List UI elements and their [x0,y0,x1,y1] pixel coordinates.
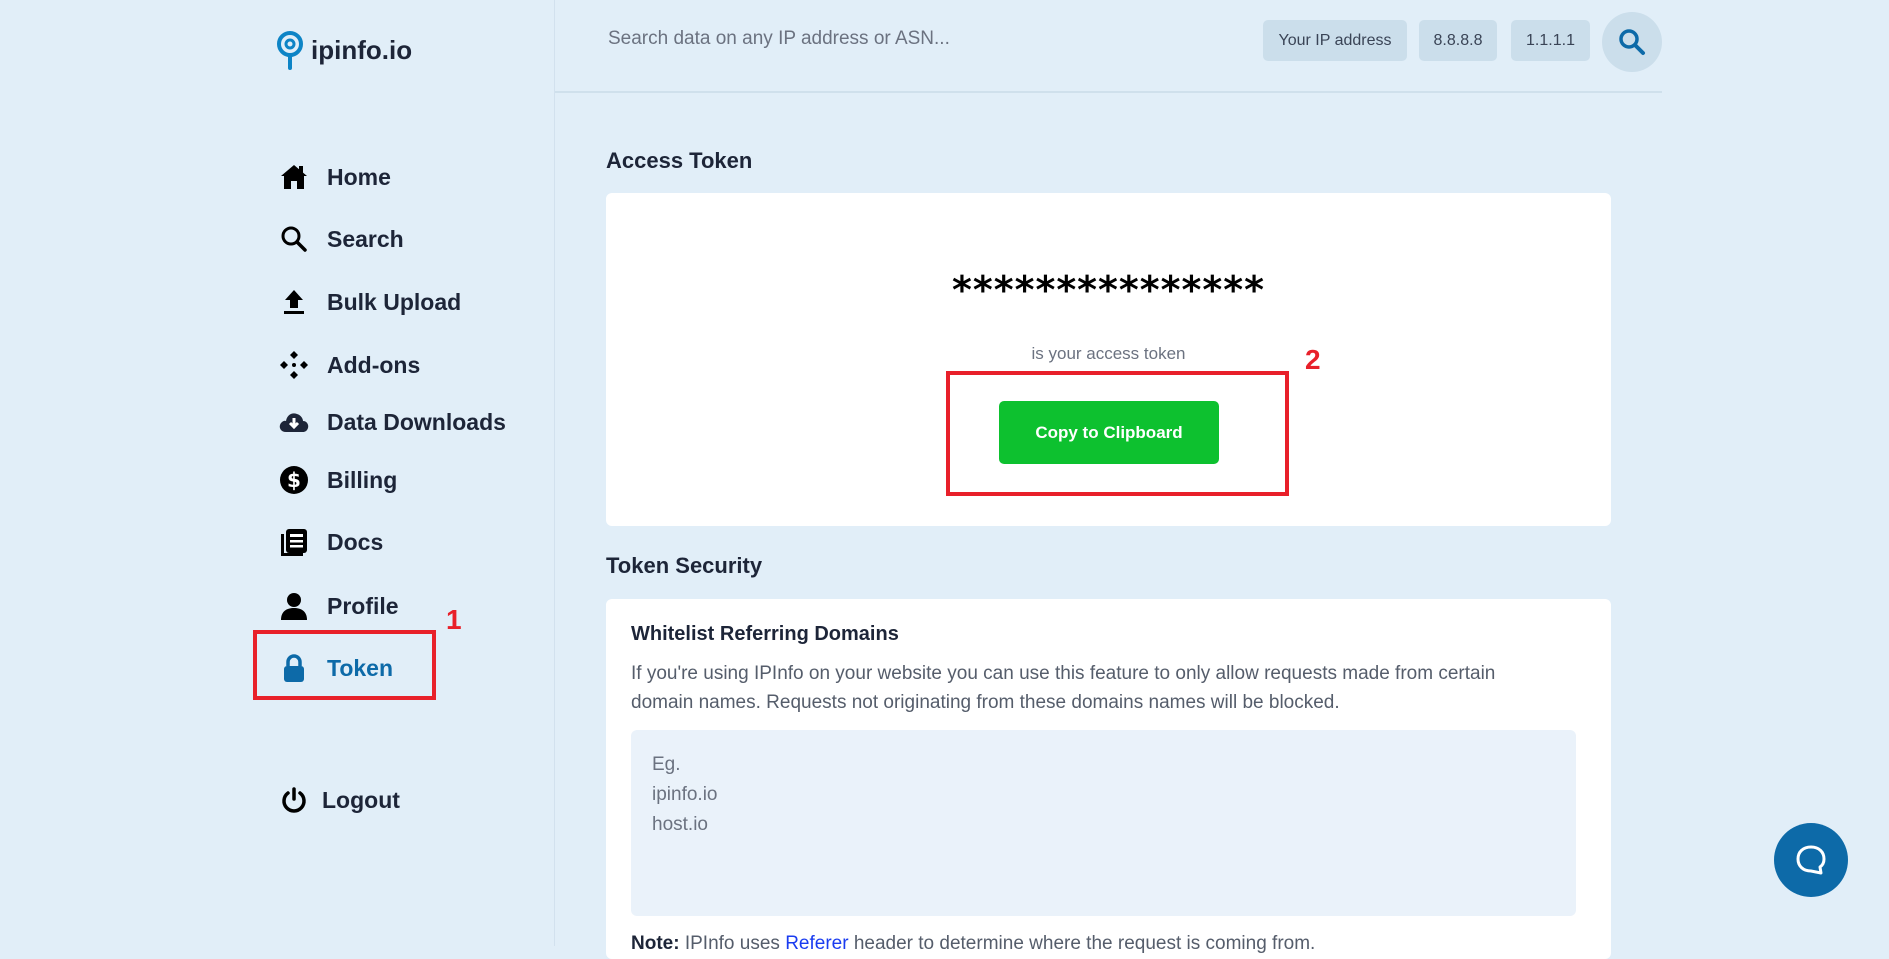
search-icon [1619,29,1645,55]
sidebar-item-label: Add-ons [327,351,421,378]
annotation-box-2 [946,371,1289,496]
whitelist-desc-line2: domain names. Requests not originating f… [631,692,1340,713]
referer-link[interactable]: Referer [785,933,848,954]
access-token-caption: is your access token [1031,344,1186,363]
sidebar-item-bulk-upload[interactable]: Bulk Upload [278,282,461,322]
user-icon [278,590,310,622]
search-button[interactable] [1602,12,1662,72]
sidebar-item-label: Data Downloads [327,408,506,435]
dollar-icon: $ [278,464,310,496]
sidebar-item-label: Search [327,225,404,252]
sidebar-item-label: Docs [327,528,384,555]
placeholder-line: host.io [652,814,708,835]
sidebar-item-add-ons[interactable]: Add-ons [278,345,420,385]
your-ip-button[interactable]: Your IP address [1263,20,1407,61]
upload-icon [278,286,310,318]
logo-text: ipinfo.io [311,34,413,65]
token-security-heading: Token Security [606,553,763,578]
cloud-download-icon [278,406,310,438]
sidebar-item-data-downloads[interactable]: Data Downloads [278,402,506,442]
search-icon [278,223,310,255]
sidebar-item-label: Bulk Upload [327,288,462,315]
placeholder-line: Eg. [652,754,681,775]
chat-bubble-icon [1796,845,1826,875]
note-post: header to determine where the request is… [848,933,1316,954]
sidebar-item-label: Home [327,163,391,190]
header-divider [555,91,1662,93]
home-icon [278,161,310,193]
sidebar-item-label: Profile [327,592,399,619]
search-input[interactable]: Search data on any IP address or ASN... [608,28,950,50]
logo[interactable]: ipinfo.io [275,30,412,70]
note-pre: IPInfo uses [679,933,786,954]
ip-1111-button[interactable]: 1.1.1.1 [1511,20,1590,61]
chat-button[interactable] [1774,823,1848,897]
addons-icon [278,349,310,381]
sidebar-item-profile[interactable]: Profile [278,586,399,626]
whitelist-desc-line1: If you're using IPInfo on your website y… [631,663,1496,684]
placeholder-line: ipinfo.io [652,784,718,805]
sidebar-item-search[interactable]: Search [278,219,404,259]
note-text: Note: IPInfo uses Referer header to dete… [631,933,1315,955]
svg-text:$: $ [287,468,301,492]
sidebar-item-label: Logout [322,786,400,813]
note-label: Note: [631,933,680,954]
sidebar-item-billing[interactable]: $ Billing [278,460,397,500]
sidebar-item-logout[interactable]: Logout [278,780,400,820]
whitelist-domains-textarea[interactable]: Eg. ipinfo.io host.io [631,730,1576,916]
docs-icon [278,526,310,558]
sidebar-item-docs[interactable]: Docs [278,522,383,562]
annotation-label-2: 2 [1305,344,1321,375]
location-pin-icon [277,31,303,70]
sidebar: ipinfo.io Home Search Bulk Upload Add-ons Da… [0,0,555,946]
access-token-value: *************** [951,268,1266,312]
sidebar-item-label: Billing [327,466,398,493]
annotation-box-1 [253,630,436,700]
power-icon [278,784,310,816]
annotation-label-1: 1 [446,604,462,635]
ip-8888-button[interactable]: 8.8.8.8 [1419,20,1497,61]
sidebar-item-home[interactable]: Home [278,157,391,197]
access-token-heading: Access Token [606,148,753,173]
whitelist-heading: Whitelist Referring Domains [631,623,899,645]
